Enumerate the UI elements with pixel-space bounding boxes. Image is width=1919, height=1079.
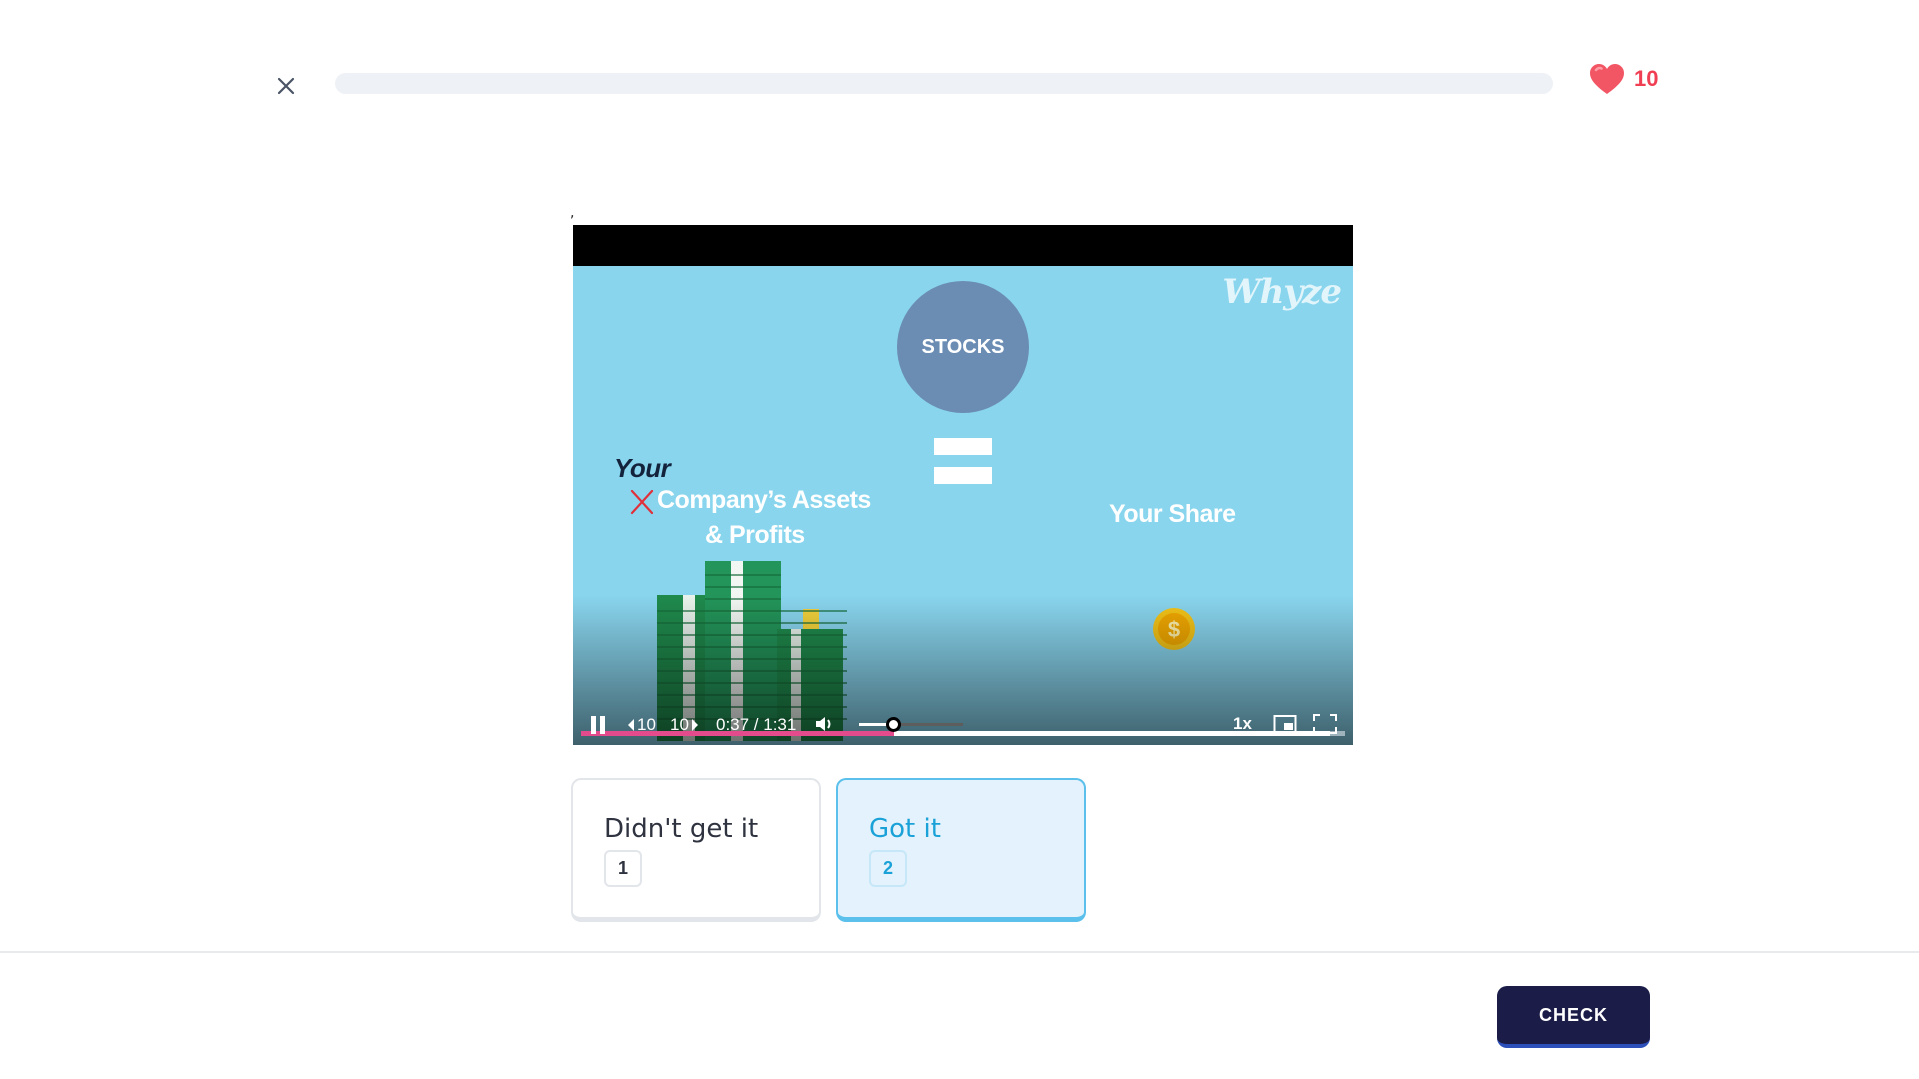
keyboard-shortcut-badge: 1 <box>604 850 642 887</box>
close-button[interactable] <box>268 68 304 104</box>
playback-speed-button[interactable]: 1x <box>1233 714 1252 734</box>
rewind-10-button[interactable]: 10 <box>627 715 656 735</box>
pause-icon <box>591 716 605 734</box>
video-player[interactable]: Whyze STOCKS Your Company’s Assets & Pro… <box>573 225 1353 745</box>
forward-10-button[interactable]: 10 <box>670 715 699 735</box>
heart-icon <box>1590 64 1624 94</box>
picture-in-picture-button[interactable] <box>1273 714 1297 734</box>
option-label: Got it <box>869 814 941 844</box>
got-it-option[interactable]: Got it 2 <box>836 778 1086 922</box>
stocks-circle: STOCKS <box>897 281 1029 413</box>
option-label: Didn't get it <box>604 814 759 844</box>
hearts-count: 10 <box>1634 66 1659 91</box>
volume-button[interactable] <box>815 715 835 733</box>
close-icon <box>277 77 295 95</box>
pause-button[interactable] <box>589 715 607 735</box>
fullscreen-icon <box>1313 714 1337 734</box>
video-controls: 10 10 0:37 / 1:31 1x <box>573 704 1353 745</box>
your-label: Your <box>614 453 671 483</box>
video-frame[interactable]: Whyze STOCKS Your Company’s Assets & Pro… <box>573 266 1353 745</box>
check-button[interactable]: CHECK <box>1497 986 1650 1048</box>
top-bar: 10 <box>0 0 1919 170</box>
rewind-icon <box>628 719 634 731</box>
footer-divider <box>0 951 1919 953</box>
video-time: 0:37 / 1:31 <box>716 715 797 734</box>
video-watermark: Whyze <box>1222 272 1342 312</box>
cross-out-icon <box>630 489 654 515</box>
hearts-counter: 10 <box>1588 62 1658 96</box>
equals-sign <box>934 438 992 496</box>
your-share-label: Your Share <box>1109 500 1236 528</box>
stocks-label: STOCKS <box>921 335 1005 358</box>
rewind-label: 10 <box>637 715 656 734</box>
forward-icon <box>691 719 698 731</box>
volume-slider[interactable] <box>859 717 963 732</box>
forward-label: 10 <box>670 715 689 734</box>
stray-mark: , <box>570 205 575 221</box>
volume-icon <box>816 717 831 731</box>
picture-in-picture-icon <box>1273 715 1297 733</box>
profits-label: & Profits <box>705 521 805 549</box>
volume-knob[interactable] <box>886 717 902 732</box>
assets-label: Company’s Assets <box>657 486 871 514</box>
keyboard-shortcut-badge: 2 <box>869 850 907 887</box>
fullscreen-button[interactable] <box>1313 714 1337 734</box>
didnt-get-it-option[interactable]: Didn't get it 1 <box>571 778 821 922</box>
lesson-progress-bar <box>335 73 1553 94</box>
